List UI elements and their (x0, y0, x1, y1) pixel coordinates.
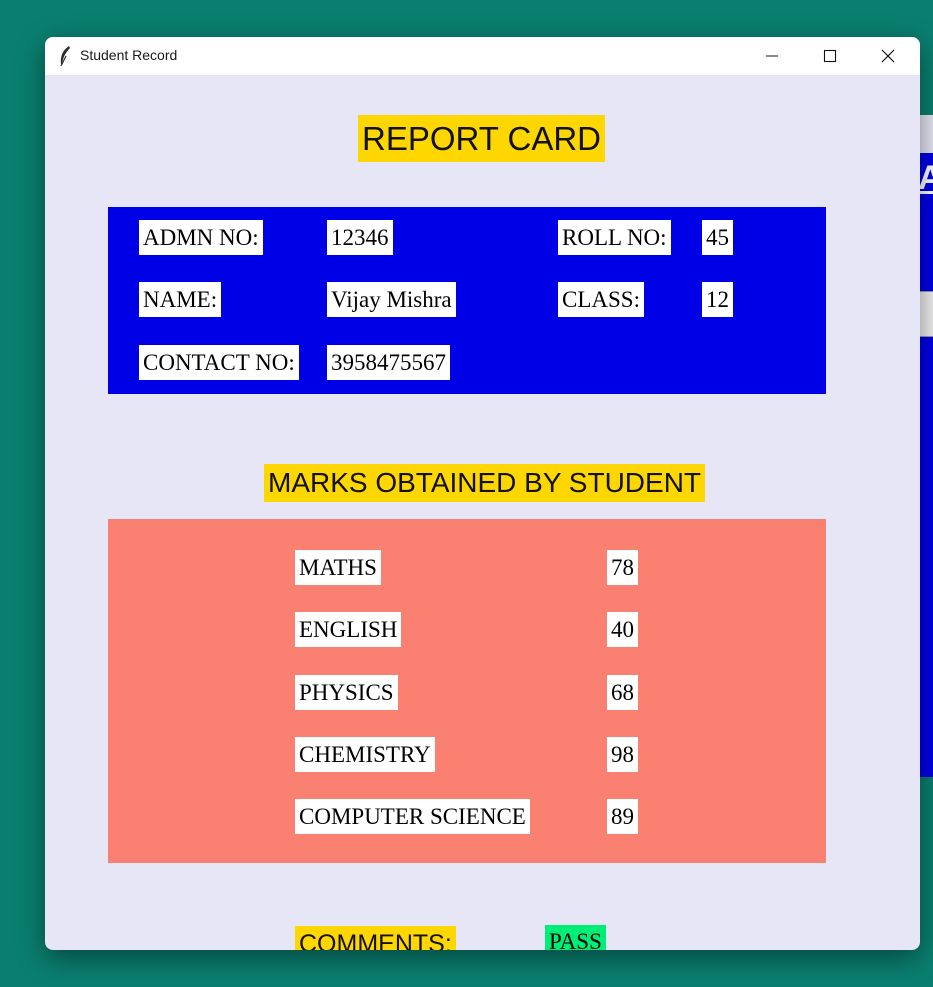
score-english: 40 (607, 612, 638, 647)
feather-icon (57, 45, 73, 67)
subject-label-computer-science: COMPUTER SCIENCE (295, 799, 530, 834)
name-label: NAME: (139, 282, 222, 317)
marks-heading: MARKS OBTAINED BY STUDENT (264, 464, 706, 502)
score-computer-science: 89 (607, 799, 638, 834)
score-maths: 78 (607, 550, 638, 585)
class-value: 12 (702, 282, 733, 317)
window-title: Student Record (80, 47, 178, 63)
maximize-button[interactable] (801, 37, 859, 75)
comments-label: COMMENTS: (295, 926, 456, 950)
student-info-panel: ADMN NO: 12346 ROLL NO: 45 NAME: Vijay M… (108, 207, 826, 394)
minimize-icon (766, 55, 778, 57)
subject-label-maths: MATHS (295, 550, 381, 585)
close-icon (881, 49, 895, 63)
contact-no-label: CONTACT NO: (139, 345, 299, 380)
score-physics: 68 (607, 675, 638, 710)
page-title: REPORT CARD (358, 115, 605, 162)
comments-value: PASS (545, 925, 606, 950)
admn-no-label: ADMN NO: (139, 220, 263, 255)
student-record-window: Student Record REPORT CARD ADMN NO: 1234… (45, 37, 920, 950)
background-window-letter: A (918, 159, 933, 197)
contact-no-value: 3958475567 (327, 345, 450, 380)
roll-no-value: 45 (702, 220, 733, 255)
minimize-button[interactable] (743, 37, 801, 75)
roll-no-label: ROLL NO: (558, 220, 671, 255)
close-button[interactable] (859, 37, 917, 75)
maximize-icon (823, 49, 837, 63)
class-label: CLASS: (558, 282, 644, 317)
score-chemistry: 98 (607, 737, 638, 772)
marks-panel: MATHS 78 ENGLISH 40 PHYSICS 68 CHEMISTRY… (108, 519, 826, 863)
window-content: REPORT CARD ADMN NO: 12346 ROLL NO: 45 N… (45, 75, 920, 950)
title-bar[interactable]: Student Record (45, 37, 920, 75)
subject-label-chemistry: CHEMISTRY (295, 737, 435, 772)
name-value: Vijay Mishra (327, 282, 456, 317)
admn-no-value: 12346 (327, 220, 393, 255)
subject-label-english: ENGLISH (295, 612, 402, 647)
subject-label-physics: PHYSICS (295, 675, 398, 710)
